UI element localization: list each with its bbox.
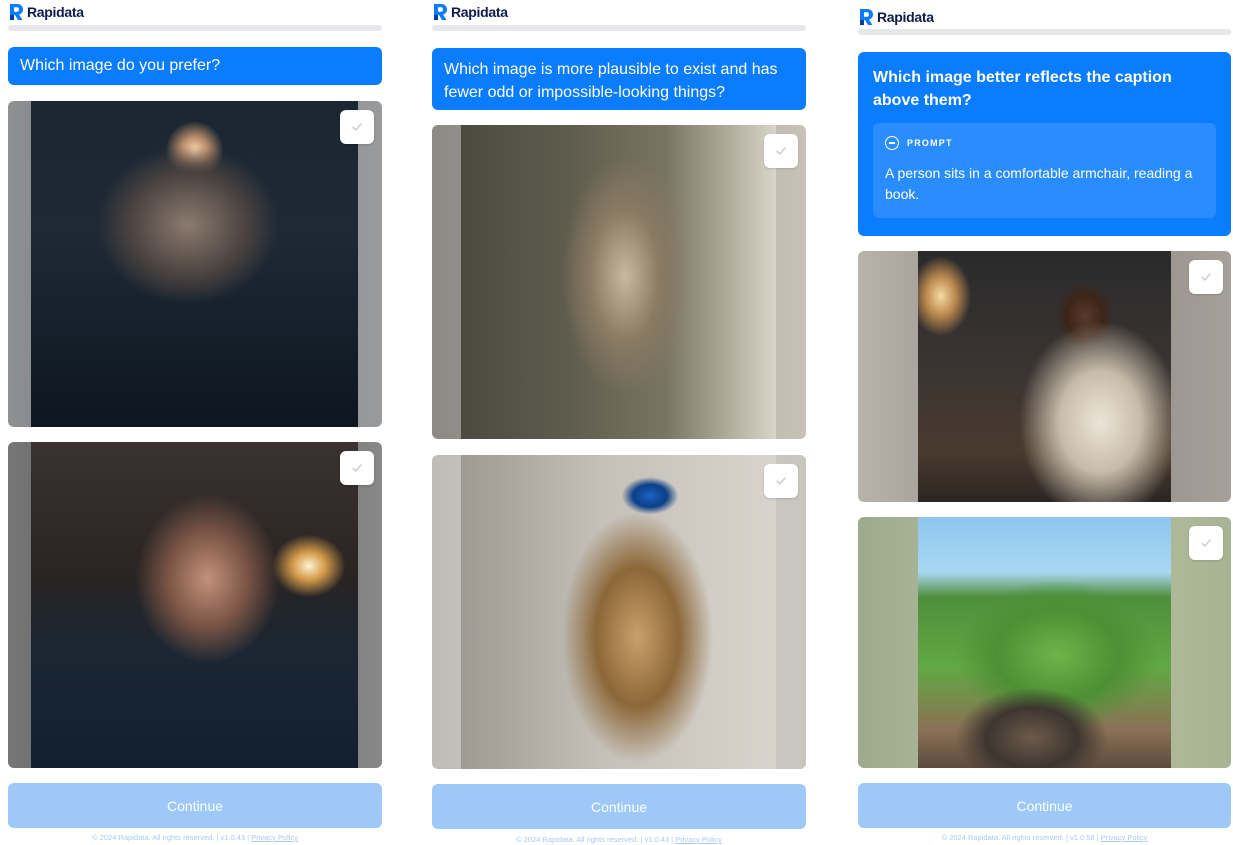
checkmark-icon (351, 462, 363, 474)
question-text: Which image do you prefer? (20, 57, 221, 74)
image-option-2[interactable] (432, 455, 806, 769)
panel-plausibility: Rapidata Which image is more plausible t… (432, 0, 806, 845)
select-checkbox[interactable] (340, 451, 374, 485)
image-man-reading-armchair (918, 251, 1171, 502)
rapidata-logo: Rapidata (858, 8, 934, 26)
question-banner: Which image better reflects the caption … (858, 52, 1231, 236)
image-old-man-wall-lamp (31, 442, 358, 768)
privacy-policy-link[interactable]: Privacy Policy (1101, 833, 1148, 842)
progress-bar (858, 29, 1231, 35)
image-option-2[interactable] (8, 442, 382, 768)
select-checkbox[interactable] (1189, 526, 1223, 560)
footer-version: v1.0.58 (1069, 833, 1095, 842)
logo-text: Rapidata (451, 4, 508, 20)
image-family-barbecue-park (918, 517, 1171, 768)
privacy-policy-link[interactable]: Privacy Policy (675, 835, 722, 844)
select-checkbox[interactable] (764, 464, 798, 498)
logo-text: Rapidata (877, 9, 934, 25)
image-kitten-reaching-bird (461, 125, 776, 439)
logo-text: Rapidata (27, 4, 84, 20)
footer-copyright: © 2024 Rapidata. All rights reserved. (941, 833, 1064, 842)
continue-button[interactable]: Continue (858, 783, 1231, 828)
continue-button[interactable]: Continue (8, 783, 382, 828)
checkmark-icon (775, 145, 787, 157)
footer-version: v1.0.43 (220, 833, 246, 842)
question-text: Which image better reflects the caption … (873, 69, 1172, 109)
prompt-text: A person sits in a comfortable armchair,… (885, 165, 1193, 202)
footer: © 2024 Rapidata. All rights reserved. | … (432, 835, 806, 844)
footer: © 2024 Rapidata. All rights reserved. | … (8, 833, 382, 842)
progress-bar (8, 25, 382, 31)
rapidata-logo-icon (858, 8, 875, 26)
select-checkbox[interactable] (1189, 260, 1223, 294)
image-old-man-headlamp (31, 101, 358, 427)
question-banner: Which image is more plausible to exist a… (432, 48, 806, 110)
prompt-header[interactable]: PROMPT (885, 136, 1204, 150)
image-cat-with-kingfisher (461, 455, 776, 769)
footer: © 2024 Rapidata. All rights reserved. | … (858, 833, 1231, 842)
prompt-box: PROMPT A person sits in a comfortable ar… (873, 123, 1216, 218)
rapidata-logo-icon (432, 3, 449, 21)
panel-caption-match: Rapidata Which image better reflects the… (858, 0, 1231, 845)
footer-copyright: © 2024 Rapidata. All rights reserved. (516, 835, 639, 844)
rapidata-logo: Rapidata (432, 3, 508, 21)
rapidata-logo: Rapidata (8, 3, 84, 21)
panel-image-preference: Rapidata Which image do you prefer? Cont… (8, 0, 382, 845)
image-option-1[interactable] (858, 251, 1231, 502)
question-banner: Which image do you prefer? (8, 47, 382, 85)
select-checkbox[interactable] (340, 110, 374, 144)
select-checkbox[interactable] (764, 134, 798, 168)
image-option-1[interactable] (432, 125, 806, 439)
checkmark-icon (775, 475, 787, 487)
collapse-minus-icon[interactable] (885, 136, 899, 150)
privacy-policy-link[interactable]: Privacy Policy (251, 833, 298, 842)
image-option-2[interactable] (858, 517, 1231, 768)
footer-copyright: © 2024 Rapidata. All rights reserved. (92, 833, 215, 842)
image-option-1[interactable] (8, 101, 382, 427)
checkmark-icon (1200, 271, 1212, 283)
footer-version: v1.0.43 (644, 835, 670, 844)
continue-button[interactable]: Continue (432, 784, 806, 829)
checkmark-icon (351, 121, 363, 133)
rapidata-logo-icon (8, 3, 25, 21)
progress-bar (432, 25, 806, 31)
prompt-label: PROMPT (907, 138, 953, 148)
question-text: Which image is more plausible to exist a… (444, 61, 778, 101)
checkmark-icon (1200, 537, 1212, 549)
